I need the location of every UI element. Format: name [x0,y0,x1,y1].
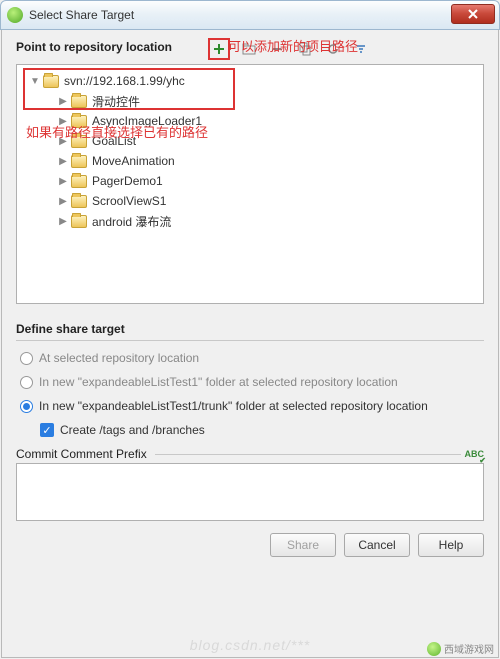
folder-icon [71,135,87,148]
radio-label: In new "expandeableListTest1/trunk" fold… [39,399,428,413]
dialog-body: Point to repository location ▼ svn://192… [1,30,499,658]
radio-icon [20,400,33,413]
expand-icon[interactable]: ▶ [57,136,69,147]
new-folder-icon[interactable] [240,40,258,58]
radio-label: In new "expandeableListTest1" folder at … [39,375,398,389]
tree-item-label: AsyncImageLoader1 [92,114,202,128]
tree-item[interactable]: ▶ PagerDemo1 [21,171,479,191]
add-repo-icon[interactable] [210,40,228,58]
share-button[interactable]: Share [270,533,336,557]
tree-root[interactable]: ▼ svn://192.168.1.99/yhc [21,71,479,91]
radio-icon [20,352,33,365]
cancel-button[interactable]: Cancel [344,533,410,557]
tree-item-label: 滑动控件 [92,93,140,110]
radio-new-folder[interactable]: In new "expandeableListTest1" folder at … [20,375,484,389]
repo-tree[interactable]: ▼ svn://192.168.1.99/yhc ▶ 滑动控件 ▶ AsyncIma… [16,64,484,304]
expand-icon[interactable]: ▶ [57,116,69,127]
folder-icon [71,155,87,168]
tree-item[interactable]: ▶ ScroolViewS1 [21,191,479,211]
tree-item[interactable]: ▶ GoalList [21,131,479,151]
repo-toolbar [208,38,484,60]
define-label: Define share target [16,322,484,336]
folder-icon [71,215,87,228]
define-section: Define share target At selected reposito… [16,322,484,437]
divider [155,454,461,455]
folder-icon [71,175,87,188]
expand-icon[interactable]: ▶ [57,196,69,207]
minus-icon[interactable] [268,40,286,58]
tree-item-label: GoalList [92,134,136,148]
checkbox-icon: ✓ [40,423,54,437]
app-icon [7,7,23,23]
tree-item-label: PagerDemo1 [92,174,163,188]
folder-icon [71,115,87,128]
folder-icon [71,195,87,208]
radio-icon [20,376,33,389]
commit-comment-input[interactable] [16,463,484,521]
highlight-box-add [208,38,230,60]
logo-icon [427,642,441,656]
titlebar: Select Share Target [0,0,500,30]
close-button[interactable] [451,4,495,24]
copy-icon[interactable] [296,40,314,58]
folder-icon [71,95,87,108]
watermark-logo: 西域游戏网 [427,641,494,656]
window-title: Select Share Target [29,8,134,22]
help-button[interactable]: Help [418,533,484,557]
radio-trunk-folder[interactable]: In new "expandeableListTest1/trunk" fold… [20,399,484,413]
radio-label: At selected repository location [39,351,199,365]
commit-prefix-label: Commit Comment Prefix [16,447,147,461]
expand-icon[interactable]: ▶ [57,96,69,107]
tree-item-label: MoveAnimation [92,154,175,168]
tree-root-label: svn://192.168.1.99/yhc [64,74,185,88]
tree-item[interactable]: ▶ android 瀑布流 [21,211,479,231]
watermark-site: 西域游戏网 [444,641,494,656]
folder-icon [43,75,59,88]
tree-item[interactable]: ▶ 滑动控件 [21,91,479,111]
expand-icon[interactable]: ▶ [57,156,69,167]
radio-at-selected[interactable]: At selected repository location [20,351,484,365]
checkbox-label: Create /tags and /branches [60,423,205,437]
refresh-icon[interactable] [324,40,342,58]
tree-item-label: ScroolViewS1 [92,194,166,208]
filter-icon[interactable] [352,40,370,58]
tree-item[interactable]: ▶ MoveAnimation [21,151,479,171]
tree-item[interactable]: ▶ AsyncImageLoader1 [21,111,479,131]
button-row: Share Cancel Help [16,533,484,557]
divider [16,340,484,341]
check-tags-branches[interactable]: ✓ Create /tags and /branches [40,423,484,437]
spellcheck-icon[interactable]: ABC [465,449,485,459]
expand-icon[interactable]: ▶ [57,176,69,187]
commit-prefix-row: Commit Comment Prefix ABC [16,447,484,461]
collapse-icon[interactable]: ▼ [29,76,41,87]
tree-item-label: android 瀑布流 [92,213,171,230]
expand-icon[interactable]: ▶ [57,216,69,227]
